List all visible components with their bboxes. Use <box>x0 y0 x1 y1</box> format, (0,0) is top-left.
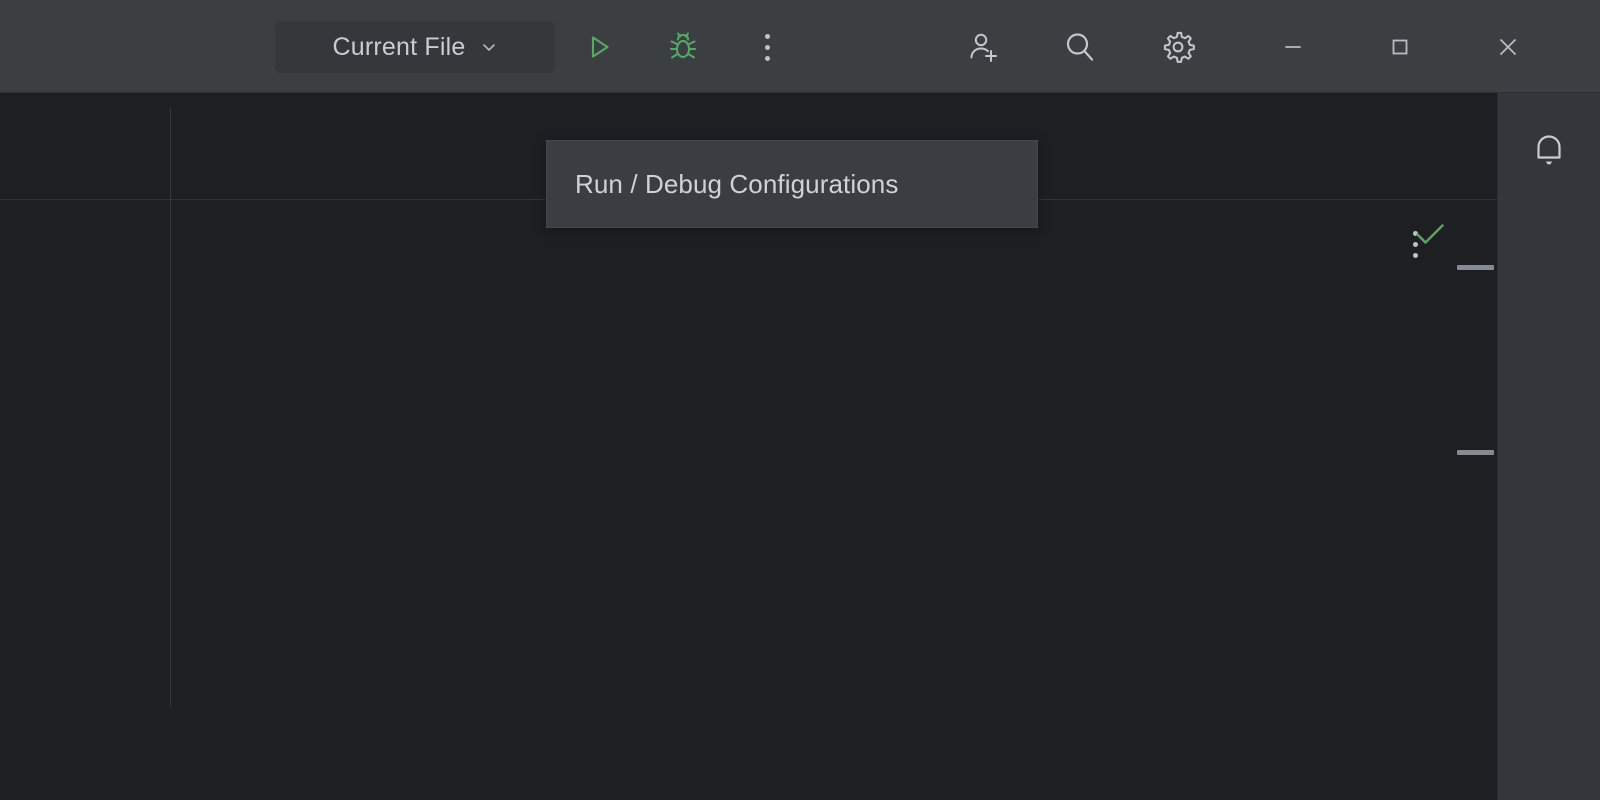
search-icon <box>1062 29 1098 65</box>
more-actions-button[interactable] <box>743 23 791 71</box>
run-configuration-label: Current File <box>332 32 466 61</box>
maximize-button[interactable] <box>1376 23 1424 71</box>
play-icon <box>584 32 614 62</box>
bug-icon <box>667 31 699 63</box>
chevron-down-icon <box>480 38 498 56</box>
run-button[interactable] <box>575 23 623 71</box>
minimize-button[interactable] <box>1269 23 1317 71</box>
tooltip-text: Run / Debug Configurations <box>575 168 899 199</box>
scrollbar-marker[interactable] <box>1457 265 1494 270</box>
close-button[interactable] <box>1484 23 1532 71</box>
search-everywhere-button[interactable] <box>1056 23 1104 71</box>
vertical-dots-icon <box>764 33 770 61</box>
notifications-button[interactable] <box>1521 123 1577 179</box>
maximize-icon <box>1386 33 1414 61</box>
inspection-status-widget[interactable] <box>1411 222 1449 252</box>
main-toolbar: Current File <box>0 0 1600 93</box>
checkmark-icon <box>1414 222 1446 253</box>
settings-button[interactable] <box>1154 23 1202 71</box>
add-user-icon <box>965 29 1001 65</box>
close-icon <box>1493 32 1523 62</box>
gear-icon <box>1161 30 1195 64</box>
debug-button[interactable] <box>659 23 707 71</box>
run-configuration-selector[interactable]: Current File <box>275 21 555 73</box>
code-with-me-button[interactable] <box>959 23 1007 71</box>
scrollbar-marker[interactable] <box>1457 450 1494 455</box>
bell-icon <box>1529 128 1569 175</box>
run-debug-configurations-tooltip: Run / Debug Configurations <box>546 140 1038 228</box>
minimize-icon <box>1279 33 1307 61</box>
editor-gutter-divider <box>170 107 171 707</box>
ide-window: Current File Run / Debug Configurations <box>0 0 1600 800</box>
right-tool-strip <box>1497 93 1600 800</box>
